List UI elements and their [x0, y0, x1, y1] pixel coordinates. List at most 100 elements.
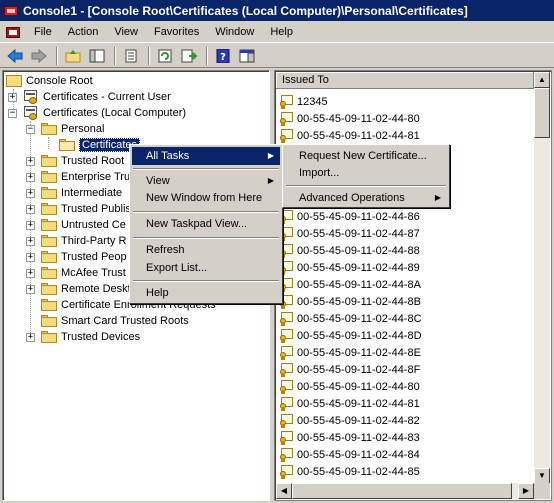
mmc-app-icon[interactable]: [3, 4, 19, 18]
list-item[interactable]: 00-55-45-09-11-02-44-80: [279, 378, 420, 395]
tree-item-certificates-local-computer[interactable]: − Certificates (Local Computer): [8, 105, 186, 121]
expand-icon[interactable]: +: [8, 92, 17, 102]
tree-item-label: Trusted Root: [61, 155, 125, 167]
expand-icon[interactable]: +: [26, 188, 35, 198]
tree-item-label: Certificates - Current User: [43, 91, 171, 103]
tree-item-third-party-root[interactable]: + Third-Party R: [26, 233, 126, 249]
expand-icon[interactable]: +: [26, 284, 35, 294]
list-item[interactable]: 00-55-45-09-11-02-44-89: [279, 259, 420, 276]
tree-item-mcafee-trust[interactable]: + McAfee Trust: [26, 265, 126, 281]
menu-item-refresh[interactable]: Refresh: [132, 241, 280, 259]
horizontal-scrollbar[interactable]: ◀ ▶: [276, 483, 534, 499]
tree-item-personal[interactable]: − Personal: [26, 121, 104, 137]
folder-icon: [41, 315, 57, 327]
tree-item-trusted-devices[interactable]: + Trusted Devices: [26, 329, 140, 345]
forward-icon[interactable]: [28, 46, 50, 66]
vertical-scrollbar[interactable]: ▲ ▼: [534, 72, 550, 484]
collapse-icon[interactable]: −: [8, 108, 17, 118]
list-item[interactable]: 00-55-45-09-11-02-44-8B: [279, 293, 421, 310]
list-item[interactable]: 00-55-45-09-11-02-44-8A: [279, 276, 421, 293]
list-pane[interactable]: Issued To 12345 00-55-45-09-11-02-44-80 00…: [274, 70, 552, 501]
up-folder-icon[interactable]: [62, 46, 84, 66]
title-bar[interactable]: Console1 - [Console Root\Certificates (L…: [0, 0, 554, 21]
tree-item-personal-certificates[interactable]: Certificates: [59, 137, 141, 153]
menu-favorites[interactable]: Favorites: [146, 23, 207, 41]
tree-item-untrusted-certificates[interactable]: + Untrusted Ce: [26, 217, 126, 233]
list-item[interactable]: 00-55-45-09-11-02-44-87: [279, 225, 420, 242]
list-item[interactable]: 00-55-45-09-11-02-44-84: [279, 446, 420, 463]
list-item[interactable]: 00-55-45-09-11-02-44-86: [279, 208, 420, 225]
menu-item-all-tasks[interactable]: All Tasks ▶: [132, 147, 280, 165]
scroll-down-icon[interactable]: ▼: [534, 468, 550, 484]
expand-icon[interactable]: +: [26, 252, 35, 262]
scroll-thumb[interactable]: [292, 483, 512, 499]
certificate-icon: [279, 379, 295, 394]
menu-item-help[interactable]: Help: [132, 284, 280, 302]
menu-item-new-window[interactable]: New Window from Here: [132, 189, 280, 207]
list-item-label: 00-55-45-09-11-02-44-81: [297, 397, 420, 410]
certificate-icon: [279, 362, 295, 377]
menu-item-request-new-certificate[interactable]: Request New Certificate...: [285, 147, 447, 165]
tree-item-enterprise-trust[interactable]: + Enterprise Tru: [26, 169, 130, 185]
menu-view[interactable]: View: [106, 23, 146, 41]
menu-action[interactable]: Action: [60, 23, 107, 41]
list-item-label: 00-55-45-09-11-02-44-80: [297, 380, 420, 393]
scroll-thumb[interactable]: [534, 88, 550, 138]
menu-item-import[interactable]: Import...: [285, 164, 447, 182]
collapse-icon[interactable]: −: [26, 124, 35, 134]
list-item[interactable]: 00-55-45-09-11-02-44-85: [279, 463, 420, 480]
tree-item-console-root[interactable]: Console Root: [6, 73, 93, 89]
certificate-icon: [279, 413, 295, 428]
back-icon[interactable]: [4, 46, 26, 66]
properties-icon[interactable]: [120, 46, 142, 66]
menu-window[interactable]: Window: [207, 23, 262, 41]
list-item[interactable]: 00-55-45-09-11-02-44-8F: [279, 361, 420, 378]
list-item[interactable]: 00-55-45-09-11-02-44-88: [279, 242, 420, 259]
show-hide-tree-icon[interactable]: [86, 46, 108, 66]
expand-icon[interactable]: +: [26, 204, 35, 214]
tree-item-trusted-root[interactable]: + Trusted Root: [26, 153, 124, 169]
list-item-label: 00-55-45-09-11-02-44-86: [297, 210, 420, 223]
menu-help[interactable]: Help: [262, 23, 301, 41]
submenu-arrow-icon: ▶: [267, 151, 274, 160]
console-icon[interactable]: [6, 24, 22, 40]
list-item[interactable]: 00-55-45-09-11-02-44-81: [279, 127, 420, 144]
folder-icon: [41, 187, 57, 199]
expand-icon[interactable]: +: [26, 268, 35, 278]
list-item-label: 00-55-45-09-11-02-44-8C: [297, 312, 422, 325]
menu-item-view[interactable]: View ▶: [132, 172, 280, 190]
folder-icon: [6, 75, 22, 87]
list-item[interactable]: 00-55-45-09-11-02-44-82: [279, 412, 420, 429]
expand-icon[interactable]: +: [26, 236, 35, 246]
list-item[interactable]: 00-55-45-09-11-02-44-83: [279, 429, 420, 446]
menu-item-export-list[interactable]: Export List...: [132, 259, 280, 277]
list-item[interactable]: 00-55-45-09-11-02-44-80: [279, 110, 420, 127]
expand-icon[interactable]: +: [26, 332, 35, 342]
column-header-issued-to[interactable]: Issued To: [276, 72, 534, 89]
tree-item-smart-card-trusted-roots[interactable]: Smart Card Trusted Roots: [41, 313, 189, 329]
tree-item-certificates-current-user[interactable]: + Certificates - Current User: [8, 89, 171, 105]
list-item[interactable]: 00-55-45-09-11-02-44-81: [279, 395, 420, 412]
list-item[interactable]: 00-55-45-09-11-02-44-8C: [279, 310, 422, 327]
tree-item-trusted-publishers[interactable]: + Trusted Publis: [26, 201, 131, 217]
menu-file[interactable]: File: [26, 23, 60, 41]
expand-icon[interactable]: +: [26, 156, 35, 166]
folder-icon: [41, 219, 57, 231]
list-item[interactable]: 00-55-45-09-11-02-44-8E: [279, 344, 421, 361]
show-hide-action-pane-icon[interactable]: [236, 46, 258, 66]
scroll-left-icon[interactable]: ◀: [276, 483, 292, 499]
refresh-icon[interactable]: [154, 46, 176, 66]
list-item[interactable]: 12345: [279, 93, 328, 110]
list-item[interactable]: 00-55-45-09-11-02-44-8D: [279, 327, 422, 344]
tree-item-intermediate[interactable]: + Intermediate: [26, 185, 122, 201]
tree-item-remote-desktop[interactable]: + Remote Deskt: [26, 281, 131, 297]
menu-item-advanced-operations[interactable]: Advanced Operations ▶: [285, 189, 447, 207]
menu-item-new-taskpad-view[interactable]: New Taskpad View...: [132, 215, 280, 233]
export-list-icon[interactable]: [178, 46, 200, 66]
expand-icon[interactable]: +: [26, 172, 35, 182]
help-icon[interactable]: ?: [212, 46, 234, 66]
tree-item-trusted-people[interactable]: + Trusted Peop: [26, 249, 127, 265]
expand-icon[interactable]: +: [26, 220, 35, 230]
scroll-right-icon[interactable]: ▶: [518, 483, 534, 499]
scroll-up-icon[interactable]: ▲: [534, 72, 550, 88]
